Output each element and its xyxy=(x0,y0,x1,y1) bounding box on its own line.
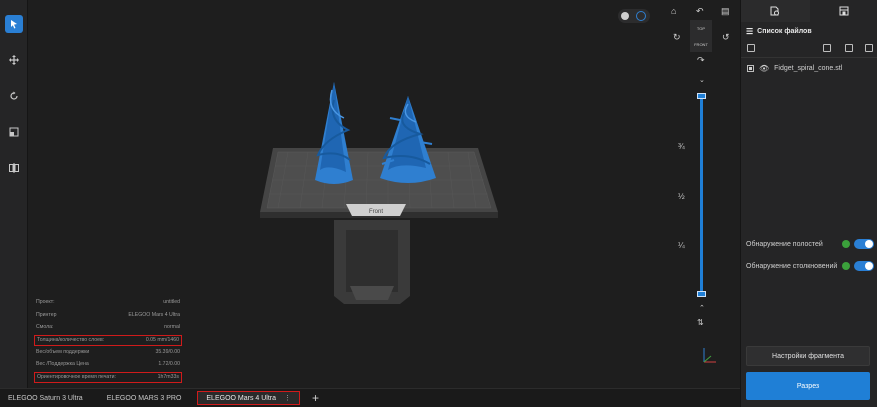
tab-menu-icon[interactable]: ⋮ xyxy=(284,394,291,402)
list-icon: ☰ xyxy=(746,27,754,36)
printer-icon xyxy=(839,6,849,16)
render-mode-toggle[interactable] xyxy=(618,9,650,23)
info-row-layer-thickness: Толщина/количество слоев: 0.05 mm/1460 xyxy=(34,334,182,346)
view-cube[interactable]: TOP FRONT xyxy=(690,20,712,52)
cavity-detection-row: Обнаружение полостей xyxy=(746,238,874,250)
info-row-printer: Принтер ELEGOO Mars 4 Ultra xyxy=(36,311,180,318)
print-info-panel: Проект: untitled Принтер ELEGOO Mars 4 Ult… xyxy=(34,296,182,383)
info-row-resin: Смола: normal xyxy=(36,324,180,331)
spiral-cone-model-1[interactable] xyxy=(315,82,353,184)
spiral-cone-model-2[interactable] xyxy=(380,96,436,183)
solid-mode-icon[interactable] xyxy=(621,12,629,20)
select-all-checkbox-icon[interactable] xyxy=(747,44,755,52)
slider-mark-quarter: ¼ xyxy=(678,241,685,250)
printer-tab-bar: ELEGOO Saturn 3 Ultra ELEGOO MARS 3 PRO … xyxy=(0,388,740,407)
info-row-project: Проект: untitled xyxy=(36,299,180,306)
divider xyxy=(741,57,877,58)
tab-printer[interactable] xyxy=(810,0,877,22)
slice-button[interactable]: Разрез xyxy=(746,372,870,400)
file-list-item[interactable]: 👁 Fidget_spiral_cone.stl xyxy=(747,62,875,74)
file-checkbox[interactable] xyxy=(747,64,754,72)
select-tool-icon[interactable] xyxy=(5,15,23,33)
layers-icon[interactable]: ▤ xyxy=(721,6,730,17)
rotate-ccw-view-icon[interactable]: ↺ xyxy=(722,32,730,43)
file-list-title: Список файлов xyxy=(757,28,812,35)
slider-down-chevron-icon[interactable]: ⌃ xyxy=(699,304,705,312)
move-tool-icon[interactable] xyxy=(5,51,23,69)
file-name: Fidget_spiral_cone.stl xyxy=(774,64,843,72)
axis-gizmo-icon xyxy=(703,348,716,363)
arrange-icon[interactable] xyxy=(845,44,853,52)
cube-top-label[interactable]: TOP xyxy=(697,26,705,31)
cavity-detection-toggle[interactable] xyxy=(854,239,874,249)
layer-slider-track[interactable] xyxy=(700,96,703,296)
visibility-eye-icon[interactable]: 👁 xyxy=(759,64,769,73)
slicer-app: Front ⌂ ↶ ▤ ↻ ↺ TOP FRONT ↷ ⌄ ¾ ½ ¼ ⌃ ⇅ … xyxy=(0,0,877,407)
info-row-print-time: Ориентировочное время печати: 1h7m33s xyxy=(34,371,182,383)
tab-saturn-3-ultra[interactable]: ELEGOO Saturn 3 Ultra xyxy=(0,389,91,407)
tab-mars-4-ultra-label: ELEGOO Mars 4 Ultra xyxy=(206,394,277,402)
tab-mars-3-pro[interactable]: ELEGOO MARS 3 PRO xyxy=(99,389,190,407)
swap-slider-icon[interactable]: ⇅ xyxy=(697,318,704,327)
slider-mark-three-quarter: ¾ xyxy=(678,142,685,151)
tab-file-settings[interactable] xyxy=(741,0,810,22)
right-panel: ☰ Список файлов 👁 Fidget_spiral_cone.stl… xyxy=(740,0,877,407)
collision-detection-label: Обнаружение столкновений xyxy=(746,262,838,270)
status-ok-icon xyxy=(842,240,850,248)
home-view-icon[interactable]: ⌂ xyxy=(671,6,676,16)
file-settings-icon xyxy=(770,6,780,16)
info-row-support-weight: Вес/объем поддержки 35.39/0.00 xyxy=(36,348,180,355)
rotate-cw-view-icon[interactable]: ↻ xyxy=(673,32,681,43)
right-panel-tabs xyxy=(741,0,877,22)
layer-slider-bottom-thumb[interactable] xyxy=(697,291,706,297)
slider-up-chevron-icon[interactable]: ⌄ xyxy=(699,76,705,84)
info-row-price: Вес /Поддержка Цена 1.72/0.00 xyxy=(36,361,180,368)
layer-slider-top-thumb[interactable] xyxy=(697,93,706,99)
slider-mark-half: ½ xyxy=(678,192,685,201)
left-toolbar xyxy=(0,0,28,388)
collision-detection-row: Обнаружение столкновений xyxy=(746,260,874,272)
scale-tool-icon[interactable] xyxy=(5,123,23,141)
status-ok-icon xyxy=(842,262,850,270)
file-list-header: ☰ Список файлов xyxy=(746,27,812,36)
xray-mode-icon[interactable] xyxy=(636,11,646,21)
mirror-tool-icon[interactable] xyxy=(5,159,23,177)
rotate-down-view-icon[interactable]: ↷ xyxy=(697,55,705,66)
add-tab-button[interactable]: + xyxy=(312,391,319,405)
platform-front-label: Front xyxy=(369,209,383,215)
cavity-detection-label: Обнаружение полостей xyxy=(746,240,823,248)
rotate-left-view-icon[interactable]: ↶ xyxy=(696,6,704,17)
rotate-tool-icon[interactable] xyxy=(5,87,23,105)
import-file-icon[interactable] xyxy=(823,44,831,52)
tab-mars-4-ultra[interactable]: ELEGOO Mars 4 Ultra ⋮ xyxy=(197,391,301,405)
delete-icon[interactable] xyxy=(865,44,873,52)
fragment-settings-button[interactable]: Настройки фрагмента xyxy=(746,346,870,366)
cube-front-label[interactable]: FRONT xyxy=(694,42,708,47)
file-list-toolbar xyxy=(747,44,873,54)
collision-detection-toggle[interactable] xyxy=(854,261,874,271)
